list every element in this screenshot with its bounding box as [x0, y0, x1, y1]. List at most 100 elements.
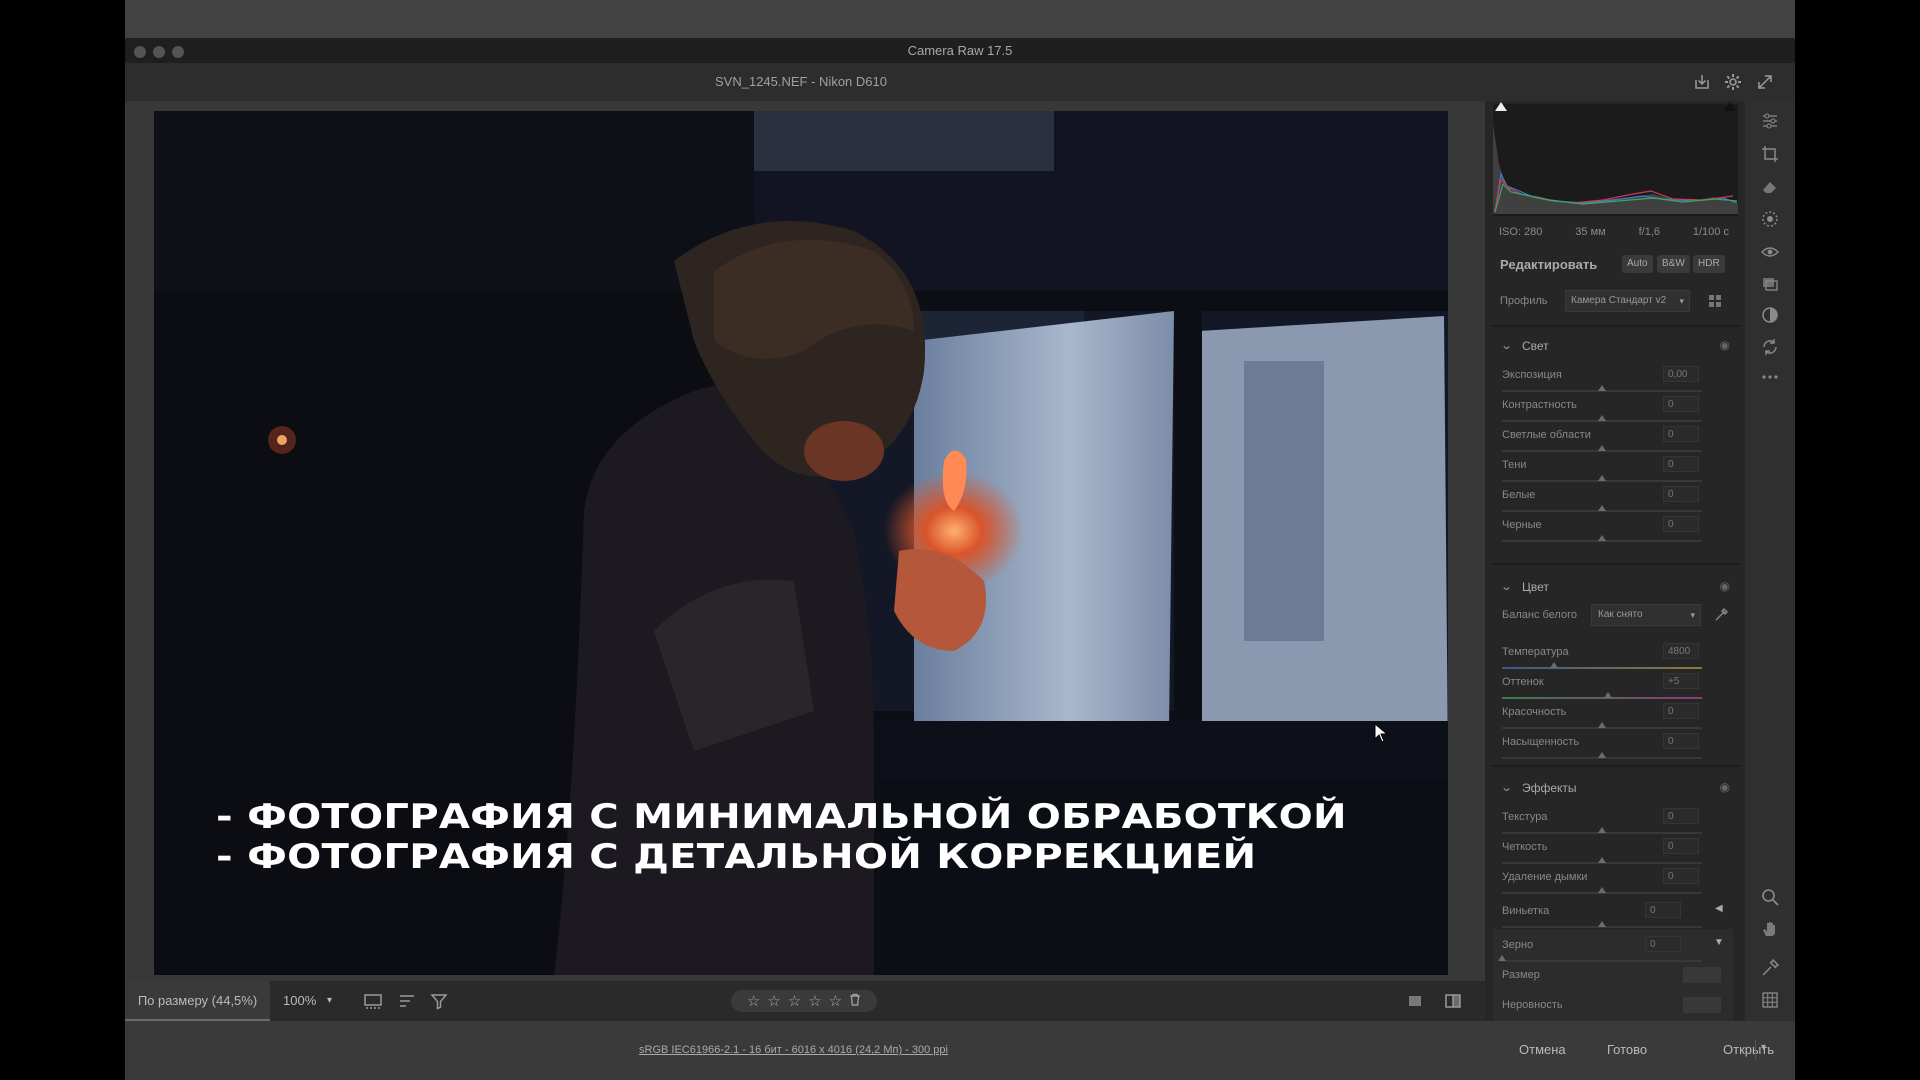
slider-shadows[interactable]: Тени 0: [1485, 455, 1745, 485]
filmstrip-icon[interactable]: [363, 991, 383, 1011]
slider-thumb[interactable]: [1598, 415, 1606, 421]
slider-value[interactable]: 0: [1645, 936, 1681, 952]
workflow-options-link[interactable]: sRGB IEC61966-2.1 - 16 бит - 6016 x 4016…: [639, 1044, 948, 1056]
eye-icon[interactable]: ◉: [1720, 780, 1730, 794]
slider-thumb[interactable]: [1598, 505, 1606, 511]
fit-to-view-button[interactable]: По размеру (44,5%): [125, 981, 270, 1021]
slider-value[interactable]: 0: [1663, 838, 1699, 854]
cancel-button[interactable]: Отмена: [1519, 1042, 1566, 1057]
trash-icon[interactable]: [849, 993, 861, 1009]
slider-value[interactable]: 0: [1645, 902, 1681, 918]
masking-icon[interactable]: [1760, 209, 1780, 229]
slider-tint[interactable]: Оттенок +5: [1485, 672, 1745, 702]
zoom-level-select[interactable]: 100% ▾: [275, 981, 341, 1021]
before-after-icon[interactable]: [1443, 991, 1463, 1011]
gear-icon[interactable]: [1723, 72, 1743, 92]
red-eye-icon[interactable]: [1760, 242, 1780, 262]
slider-thumb[interactable]: [1598, 535, 1606, 541]
slider-highlights[interactable]: Светлые области 0: [1485, 425, 1745, 455]
profile-browser-icon[interactable]: [1707, 293, 1723, 309]
slider-value[interactable]: 0: [1663, 396, 1699, 412]
fullscreen-icon[interactable]: [1755, 72, 1775, 92]
grid-overlay-icon[interactable]: [1760, 990, 1780, 1010]
slider-value[interactable]: 0: [1663, 486, 1699, 502]
slider-saturation[interactable]: Насыщенность 0: [1485, 732, 1745, 762]
star-5-icon[interactable]: ☆: [829, 992, 842, 1010]
presets-icon[interactable]: [1760, 305, 1780, 325]
slider-value[interactable]: 0: [1663, 456, 1699, 472]
highlight-clipping-warning-icon[interactable]: [1724, 102, 1736, 111]
snapshots-icon[interactable]: [1760, 273, 1780, 293]
sync-icon[interactable]: [1760, 337, 1780, 357]
slider-value[interactable]: 4800: [1663, 643, 1699, 659]
star-4-icon[interactable]: ☆: [808, 992, 821, 1010]
slider-vibrance[interactable]: Красочность 0: [1485, 702, 1745, 732]
slider-value[interactable]: 0: [1663, 426, 1699, 442]
slider-value[interactable]: 0: [1663, 733, 1699, 749]
color-sampler-icon[interactable]: [1760, 958, 1780, 978]
slider-exposure[interactable]: Экспозиция 0,00: [1485, 365, 1745, 395]
slider-value[interactable]: 0: [1663, 868, 1699, 884]
section-light-header[interactable]: ⌄ Свет ◉: [1485, 331, 1745, 361]
eye-icon[interactable]: ◉: [1720, 338, 1730, 352]
slider-whites[interactable]: Белые 0: [1485, 485, 1745, 515]
slider-value[interactable]: [1683, 967, 1721, 983]
slider-value[interactable]: 0: [1663, 516, 1699, 532]
grain-collapse-icon[interactable]: ▼: [1714, 937, 1724, 948]
slider-thumb[interactable]: [1604, 692, 1612, 698]
slider-value[interactable]: [1683, 997, 1721, 1013]
slider-dehaze[interactable]: Удаление дымки 0: [1485, 867, 1745, 897]
save-image-icon[interactable]: [1692, 72, 1712, 92]
slider-value[interactable]: 0: [1663, 703, 1699, 719]
slider-grain[interactable]: Зерно 0 ▼: [1485, 935, 1745, 965]
slider-temperature[interactable]: Температура 4800: [1485, 642, 1745, 672]
eye-icon[interactable]: ◉: [1720, 579, 1730, 593]
slider-clarity[interactable]: Четкость 0: [1485, 837, 1745, 867]
slider-grain-roughness[interactable]: Неровность: [1493, 995, 1733, 1021]
slider-thumb[interactable]: [1498, 955, 1506, 961]
slider-thumb[interactable]: [1598, 887, 1606, 893]
sort-icon[interactable]: [397, 991, 417, 1011]
slider-value[interactable]: +5: [1663, 673, 1699, 689]
slider-grain-size[interactable]: Размер: [1493, 965, 1733, 991]
section-effects-header[interactable]: ⌄ Эффекты ◉: [1485, 773, 1745, 803]
slider-thumb[interactable]: [1598, 921, 1606, 927]
chevron-down-icon[interactable]: ▾: [1761, 1042, 1766, 1053]
edit-sliders-icon[interactable]: [1760, 111, 1780, 131]
slider-thumb[interactable]: [1598, 827, 1606, 833]
star-2-icon[interactable]: ☆: [767, 992, 780, 1010]
slider-vignette[interactable]: Виньетка 0 ◀: [1485, 901, 1745, 931]
slider-thumb[interactable]: [1598, 857, 1606, 863]
done-button[interactable]: Готово: [1607, 1042, 1647, 1057]
filter-icon[interactable]: [429, 991, 449, 1011]
slider-texture[interactable]: Текстура 0: [1485, 807, 1745, 837]
slider-value[interactable]: 0,00: [1663, 366, 1699, 382]
eyedropper-icon[interactable]: [1713, 607, 1729, 623]
vignette-expand-icon[interactable]: ◀: [1715, 903, 1723, 914]
profile-select[interactable]: Камера Стандарт v2 ▾: [1565, 290, 1690, 312]
shadow-clipping-warning-icon[interactable]: [1495, 102, 1507, 111]
hand-tool-icon[interactable]: [1760, 919, 1780, 939]
slider-thumb[interactable]: [1550, 662, 1558, 668]
slider-thumb[interactable]: [1598, 475, 1606, 481]
section-color-header[interactable]: ⌄ Цвет ◉: [1485, 572, 1745, 602]
slider-value[interactable]: 0: [1663, 808, 1699, 824]
more-options-icon[interactable]: [1760, 367, 1780, 387]
zoom-tool-icon[interactable]: [1760, 887, 1780, 907]
star-3-icon[interactable]: ☆: [788, 992, 801, 1010]
slider-contrast[interactable]: Контрастность 0: [1485, 395, 1745, 425]
white-balance-select[interactable]: Как снято ▾: [1591, 604, 1701, 626]
auto-button[interactable]: Auto: [1622, 255, 1653, 273]
single-view-icon[interactable]: [1405, 991, 1425, 1011]
eraser-icon[interactable]: [1760, 177, 1780, 197]
slider-thumb[interactable]: [1598, 752, 1606, 758]
slider-thumb[interactable]: [1598, 385, 1606, 391]
open-button[interactable]: Открыть: [1723, 1042, 1774, 1057]
slider-blacks[interactable]: Черные 0: [1485, 515, 1745, 545]
bw-button[interactable]: B&W: [1657, 255, 1690, 273]
star-1-icon[interactable]: ☆: [747, 992, 760, 1010]
slider-thumb[interactable]: [1598, 445, 1606, 451]
crop-icon[interactable]: [1760, 144, 1780, 164]
photo-preview[interactable]: - ФОТОГРАФИЯ С МИНИМАЛЬНОЙ ОБРАБОТКОЙ - …: [154, 111, 1448, 975]
hdr-button[interactable]: HDR: [1693, 255, 1725, 273]
